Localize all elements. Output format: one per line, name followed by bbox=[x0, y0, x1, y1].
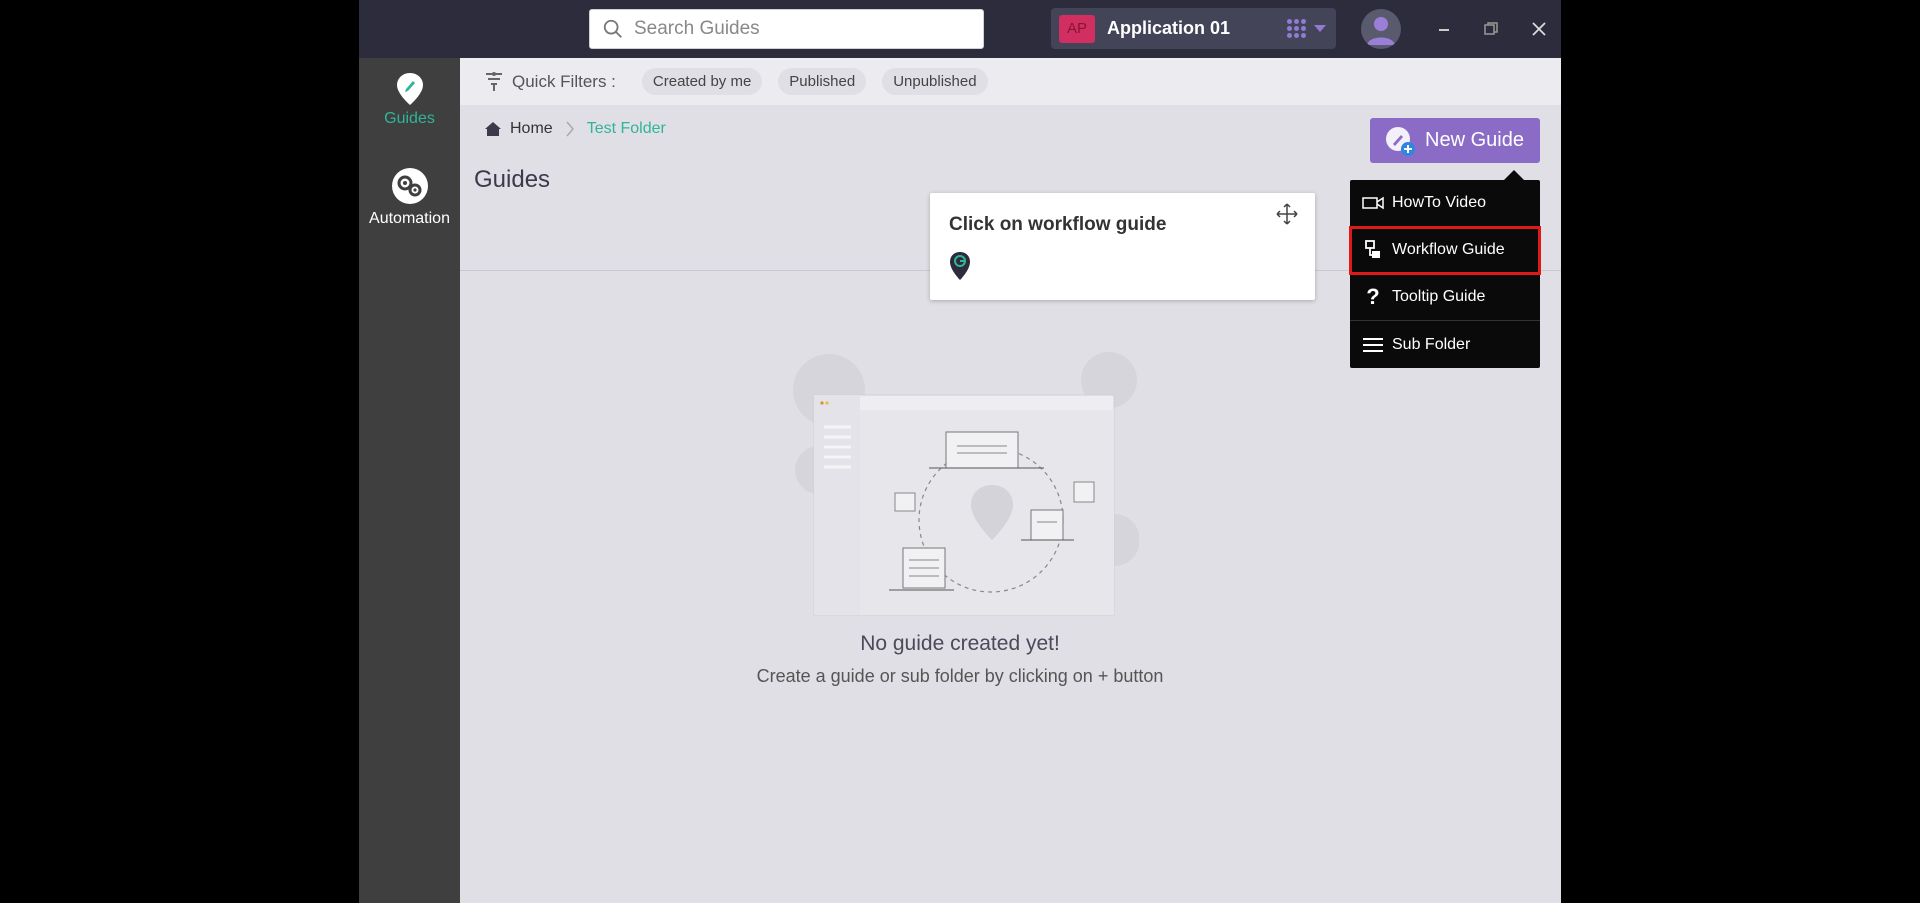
sidebar-item-label: Automation bbox=[369, 210, 450, 227]
new-guide-button[interactable]: New Guide bbox=[1370, 118, 1540, 163]
quick-filters-label: Quick Filters : bbox=[512, 71, 616, 91]
sidebar-item-label: Guides bbox=[384, 110, 435, 127]
user-icon bbox=[1367, 17, 1395, 45]
question-icon: ? bbox=[1366, 284, 1380, 309]
filter-chip-unpublished[interactable]: Unpublished bbox=[882, 68, 988, 95]
minimize-button[interactable] bbox=[1429, 14, 1459, 44]
search-box[interactable] bbox=[589, 9, 984, 49]
empty-state-subtitle: Create a guide or sub folder by clicking… bbox=[756, 666, 1164, 686]
apps-grid-icon[interactable] bbox=[1287, 19, 1306, 38]
search-input[interactable] bbox=[634, 18, 974, 40]
filter-chip-published[interactable]: Published bbox=[778, 68, 867, 95]
chevron-down-icon[interactable] bbox=[1314, 25, 1326, 32]
search-icon bbox=[603, 19, 622, 38]
breadcrumb-home[interactable]: Home bbox=[510, 120, 553, 138]
app-name: Application 01 bbox=[1107, 18, 1231, 38]
sidebar-item-guides[interactable]: Guides bbox=[359, 72, 460, 128]
map-pin-icon bbox=[396, 73, 423, 105]
avatar[interactable] bbox=[1361, 9, 1401, 49]
video-icon bbox=[1362, 192, 1384, 214]
sidebar-item-automation[interactable]: Automation bbox=[359, 166, 460, 228]
close-button[interactable] bbox=[1524, 14, 1554, 44]
menu-item-label: Sub Folder bbox=[1392, 335, 1471, 353]
menu-item-label: Workflow Guide bbox=[1392, 241, 1505, 258]
close-icon bbox=[1532, 22, 1546, 36]
menu-item-label: Tooltip Guide bbox=[1392, 288, 1486, 305]
application-selector[interactable]: AP Application 01 bbox=[1051, 8, 1336, 49]
menu-item-tooltip-guide[interactable]: ? Tooltip Guide bbox=[1350, 274, 1540, 321]
minimize-icon bbox=[1439, 29, 1449, 31]
page-title: Guides bbox=[474, 166, 551, 193]
new-guide-label: New Guide bbox=[1425, 129, 1524, 151]
breadcrumb: Home Test Folder bbox=[484, 120, 666, 138]
filter-chip-created-by-me[interactable]: Created by me bbox=[641, 68, 763, 95]
gears-icon bbox=[391, 168, 428, 204]
tooltip-text: Click on workflow guide bbox=[949, 214, 1167, 235]
empty-state-title: No guide created yet! bbox=[860, 632, 1060, 655]
menu-item-label: HowTo Video bbox=[1392, 194, 1486, 211]
top-bar: AP Application 01 bbox=[359, 0, 1561, 58]
new-guide-icon bbox=[1386, 126, 1415, 156]
guide-pin-icon bbox=[950, 252, 970, 280]
new-guide-menu: HowTo Video Workflow Guide ? Tooltip Gui… bbox=[1349, 170, 1541, 368]
menu-item-workflow-guide[interactable]: Workflow Guide bbox=[1349, 226, 1541, 275]
app-badge: AP bbox=[1059, 14, 1095, 43]
menu-item-sub-folder[interactable]: Sub Folder bbox=[1350, 321, 1540, 368]
sidebar: Guides Automation bbox=[359, 58, 460, 903]
menu-item-howto-video[interactable]: HowTo Video bbox=[1350, 180, 1540, 227]
chevron-right-icon bbox=[566, 121, 574, 137]
move-icon[interactable] bbox=[1276, 203, 1298, 225]
empty-state-illustration bbox=[793, 352, 1139, 616]
quick-filter-bar: Quick Filters : Created by me Published … bbox=[460, 58, 1561, 105]
tooltip-balloon[interactable]: Click on workflow guide bbox=[930, 193, 1315, 300]
home-icon[interactable] bbox=[484, 121, 502, 137]
menu-lines-icon bbox=[1362, 334, 1384, 356]
restore-icon bbox=[1484, 22, 1498, 35]
workflow-icon bbox=[1362, 239, 1384, 261]
filter-icon bbox=[486, 71, 502, 91]
breadcrumb-current[interactable]: Test Folder bbox=[587, 120, 666, 138]
restore-button[interactable] bbox=[1476, 14, 1506, 44]
app-window: AP Application 01 bbox=[359, 0, 1561, 903]
